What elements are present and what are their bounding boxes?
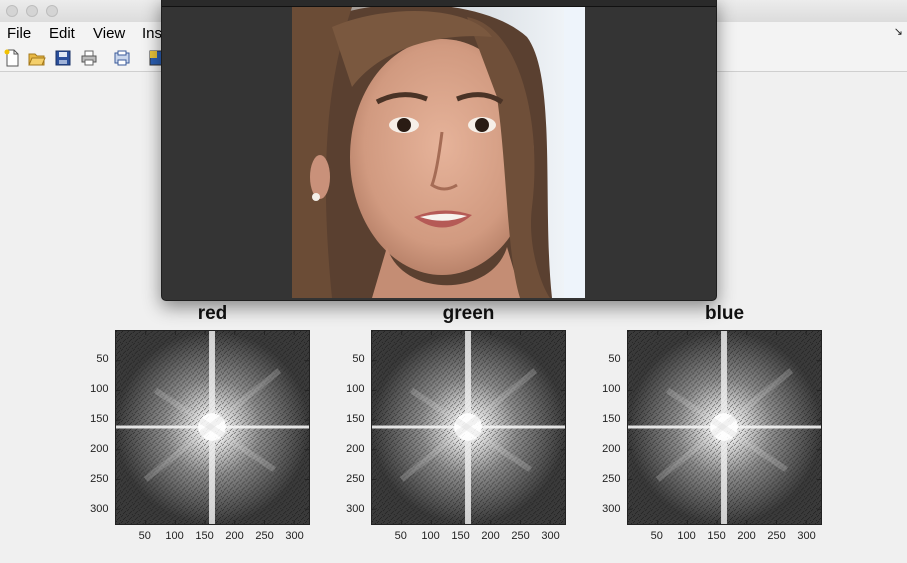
y-tick-label: 50 (96, 353, 109, 365)
menu-view[interactable]: View (93, 25, 125, 42)
y-tick-label: 50 (608, 353, 621, 365)
x-tick-label: 200 (225, 530, 244, 542)
y-tick-label: 250 (602, 473, 621, 485)
print-preview-icon[interactable] (113, 49, 131, 67)
y-tick-label: 100 (602, 383, 621, 395)
y-tick-label: 150 (346, 413, 365, 425)
y-tick-label: 300 (90, 503, 109, 515)
x-tick-label: 50 (138, 530, 151, 542)
x-tick-label: 200 (481, 530, 500, 542)
y-tick-label: 150 (602, 413, 621, 425)
portrait-photo (292, 7, 585, 298)
print-icon[interactable] (80, 49, 98, 67)
minimize-window-icon[interactable] (26, 5, 38, 17)
save-icon[interactable] (54, 49, 72, 67)
x-tick-label: 250 (511, 530, 530, 542)
y-tick-label: 50 (352, 353, 365, 365)
menu-edit[interactable]: Edit (49, 25, 75, 42)
x-tick-label: 100 (165, 530, 184, 542)
dock-arrow-icon[interactable]: ↘ (894, 25, 903, 38)
spectrum-plot-red[interactable] (115, 330, 310, 525)
y-tick-label: 100 (346, 383, 365, 395)
y-tick-label: 300 (602, 503, 621, 515)
y-tick-label: 250 (90, 473, 109, 485)
y-tick-label: 300 (346, 503, 365, 515)
x-tick-label: 250 (767, 530, 786, 542)
menu-file[interactable]: File (7, 25, 31, 42)
x-tick-label: 150 (195, 530, 214, 542)
y-tick-label: 200 (346, 443, 365, 455)
menu-insert[interactable]: Ins (142, 25, 162, 42)
y-tick-label: 100 (90, 383, 109, 395)
x-tick-label: 300 (285, 530, 304, 542)
x-tick-label: 50 (650, 530, 663, 542)
x-tick-label: 100 (421, 530, 440, 542)
spectrum-plot-blue[interactable] (627, 330, 822, 525)
new-file-icon[interactable] (3, 49, 21, 67)
image-preview-window[interactable] (161, 0, 717, 301)
x-tick-label: 150 (451, 530, 470, 542)
image-window-titlebar[interactable] (162, 0, 716, 7)
x-tick-label: 100 (677, 530, 696, 542)
axes-title-blue: blue (704, 303, 745, 324)
y-tick-label: 250 (346, 473, 365, 485)
x-tick-label: 250 (255, 530, 274, 542)
y-tick-label: 200 (90, 443, 109, 455)
axes-title-red: red (197, 303, 228, 324)
close-window-icon[interactable] (6, 5, 18, 17)
y-tick-label: 200 (602, 443, 621, 455)
axes-title-green: green (442, 303, 495, 324)
x-tick-label: 50 (394, 530, 407, 542)
x-tick-label: 300 (797, 530, 816, 542)
x-tick-label: 200 (737, 530, 756, 542)
x-tick-label: 150 (707, 530, 726, 542)
x-tick-label: 300 (541, 530, 560, 542)
zoom-window-icon[interactable] (46, 5, 58, 17)
spectrum-plot-green[interactable] (371, 330, 566, 525)
open-folder-icon[interactable] (28, 49, 46, 67)
y-tick-label: 150 (90, 413, 109, 425)
